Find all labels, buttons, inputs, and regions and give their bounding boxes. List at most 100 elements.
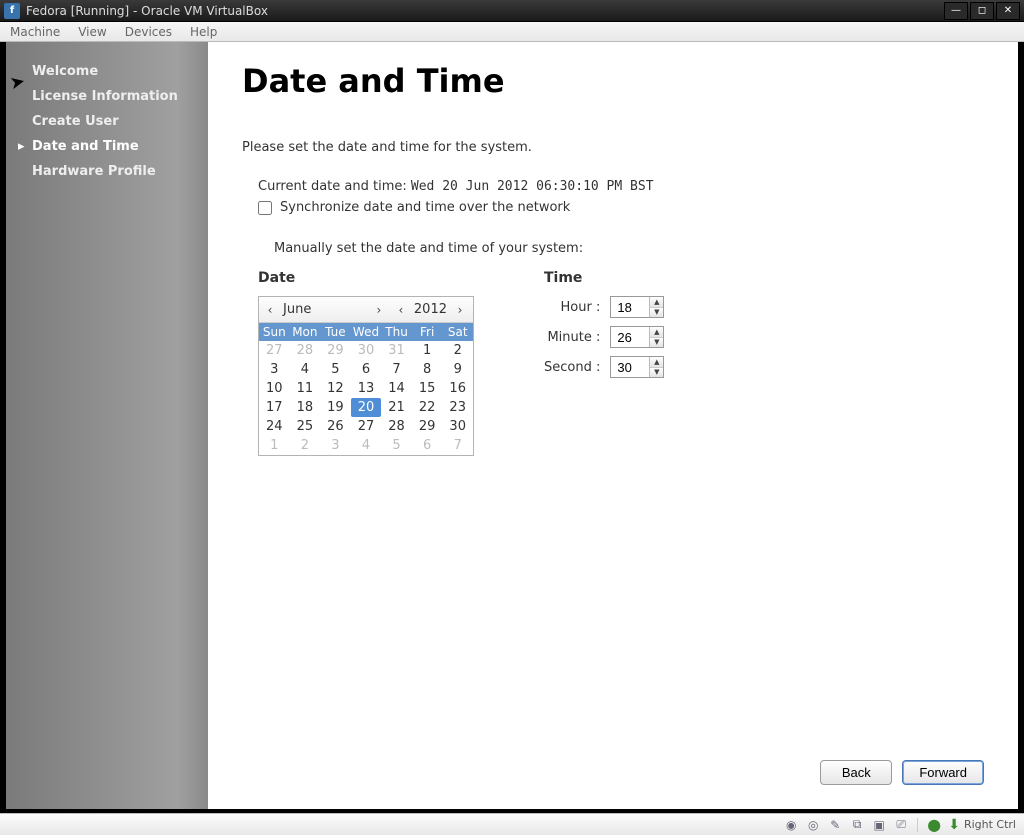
calendar-dow-cell: Sat <box>442 323 473 341</box>
calendar-day-cell[interactable]: 1 <box>259 436 290 455</box>
sidebar-item-hardware[interactable]: Hardware Profile <box>18 160 196 185</box>
calendar-day-cell[interactable]: 28 <box>290 341 321 360</box>
sidebar-item-create-user[interactable]: Create User <box>18 110 196 135</box>
calendar-dow-cell: Fri <box>412 323 443 341</box>
calendar-day-cell[interactable]: 26 <box>320 417 351 436</box>
calendar-day-cell[interactable]: 30 <box>351 341 382 360</box>
calendar-day-cell[interactable]: 5 <box>320 360 351 379</box>
main-content: Date and Time Please set the date and ti… <box>208 42 1018 809</box>
calendar-day-cell[interactable]: 10 <box>259 379 290 398</box>
calendar-dow-row: SunMonTueWedThuFriSat <box>259 323 473 341</box>
calendar-dow-cell: Tue <box>320 323 351 341</box>
calendar-day-cell[interactable]: 3 <box>259 360 290 379</box>
shared-folders-icon[interactable]: ▣ <box>871 817 887 833</box>
calendar-day-cell[interactable]: 12 <box>320 379 351 398</box>
prev-year-button[interactable]: ‹ <box>390 303 412 317</box>
sync-label: Synchronize date and time over the netwo… <box>280 200 570 215</box>
close-button[interactable]: ✕ <box>996 2 1020 20</box>
menu-devices[interactable]: Devices <box>125 25 172 39</box>
calendar-day-cell[interactable]: 8 <box>412 360 443 379</box>
maximize-button[interactable]: ◻ <box>970 2 994 20</box>
calendar-day-cell[interactable]: 28 <box>381 417 412 436</box>
sidebar-item-welcome[interactable]: Welcome <box>18 60 196 85</box>
calendar: ‹ June › ‹ 2012 › SunMonTueWedThuFriSat … <box>258 296 474 456</box>
calendar-day-cell[interactable]: 1 <box>412 341 443 360</box>
calendar-day-cell[interactable]: 21 <box>381 398 412 417</box>
mouse-integration-icon[interactable]: ⬤ <box>926 817 942 833</box>
minute-up-button[interactable]: ▲ <box>650 327 663 338</box>
calendar-day-cell[interactable]: 23 <box>442 398 473 417</box>
minimize-button[interactable]: — <box>944 2 968 20</box>
hour-input[interactable] <box>611 297 649 317</box>
next-year-button[interactable]: › <box>449 303 471 317</box>
calendar-day-cell[interactable]: 2 <box>442 341 473 360</box>
calendar-day-cell[interactable]: 30 <box>442 417 473 436</box>
calendar-day-cell[interactable]: 14 <box>381 379 412 398</box>
calendar-day-cell[interactable]: 5 <box>381 436 412 455</box>
optical-icon[interactable]: ◎ <box>805 817 821 833</box>
second-input[interactable] <box>611 357 649 377</box>
calendar-day-cell[interactable]: 13 <box>351 379 382 398</box>
menu-view[interactable]: View <box>78 25 106 39</box>
calendar-month: June <box>281 302 368 317</box>
calendar-day-cell[interactable]: 27 <box>351 417 382 436</box>
hour-up-button[interactable]: ▲ <box>650 297 663 308</box>
sync-checkbox[interactable] <box>258 201 272 215</box>
calendar-day-cell[interactable]: 31 <box>381 341 412 360</box>
next-month-button[interactable]: › <box>368 303 390 317</box>
calendar-day-cell[interactable]: 29 <box>412 417 443 436</box>
calendar-day-cell[interactable]: 15 <box>412 379 443 398</box>
back-button[interactable]: Back <box>820 760 892 785</box>
calendar-day-cell[interactable]: 7 <box>381 360 412 379</box>
calendar-day-cell[interactable]: 6 <box>351 360 382 379</box>
calendar-day-cell[interactable]: 20 <box>351 398 382 417</box>
date-heading: Date <box>258 270 474 286</box>
calendar-day-cell[interactable]: 24 <box>259 417 290 436</box>
usb-icon[interactable]: ✎ <box>827 817 843 833</box>
calendar-day-cell[interactable]: 11 <box>290 379 321 398</box>
calendar-day-cell[interactable]: 2 <box>290 436 321 455</box>
sidebar-item-date-time[interactable]: Date and Time <box>18 135 196 160</box>
calendar-day-cell[interactable]: 27 <box>259 341 290 360</box>
second-up-button[interactable]: ▲ <box>650 357 663 368</box>
current-datetime-label: Current date and time: <box>258 179 407 194</box>
calendar-day-cell[interactable]: 4 <box>290 360 321 379</box>
second-down-button[interactable]: ▼ <box>650 368 663 378</box>
current-datetime-value: Wed 20 Jun 2012 06:30:10 PM BST <box>411 179 654 194</box>
calendar-day-cell[interactable]: 25 <box>290 417 321 436</box>
minute-spinner[interactable]: ▲ ▼ <box>610 326 664 348</box>
menu-machine[interactable]: Machine <box>10 25 60 39</box>
calendar-day-cell[interactable]: 4 <box>351 436 382 455</box>
calendar-day-cell[interactable]: 18 <box>290 398 321 417</box>
calendar-day-cell[interactable]: 7 <box>442 436 473 455</box>
minute-input[interactable] <box>611 327 649 347</box>
prev-month-button[interactable]: ‹ <box>259 303 281 317</box>
current-datetime-row: Current date and time: Wed 20 Jun 2012 0… <box>258 179 984 194</box>
calendar-day-cell[interactable]: 9 <box>442 360 473 379</box>
minute-down-button[interactable]: ▼ <box>650 338 663 348</box>
calendar-day-cell[interactable]: 17 <box>259 398 290 417</box>
forward-button[interactable]: Forward <box>902 760 984 785</box>
calendar-day-cell[interactable]: 16 <box>442 379 473 398</box>
network-icon[interactable]: ⧉ <box>849 817 865 833</box>
second-spinner[interactable]: ▲ ▼ <box>610 356 664 378</box>
window-title: Fedora [Running] - Oracle VM VirtualBox <box>26 4 944 18</box>
hour-down-button[interactable]: ▼ <box>650 308 663 318</box>
menu-help[interactable]: Help <box>190 25 217 39</box>
hour-spinner[interactable]: ▲ ▼ <box>610 296 664 318</box>
page-title: Date and Time <box>242 62 984 100</box>
sync-row[interactable]: Synchronize date and time over the netwo… <box>258 200 984 215</box>
menubar: Machine View Devices Help <box>0 22 1024 42</box>
disk-icon[interactable]: ◉ <box>783 817 799 833</box>
calendar-day-cell[interactable]: 3 <box>320 436 351 455</box>
time-heading: Time <box>544 270 664 286</box>
calendar-day-cell[interactable]: 19 <box>320 398 351 417</box>
calendar-day-cell[interactable]: 29 <box>320 341 351 360</box>
calendar-day-cell[interactable]: 6 <box>412 436 443 455</box>
display-icon[interactable]: ⎚ <box>893 817 909 833</box>
sidebar-item-license[interactable]: License Information <box>18 85 196 110</box>
host-key-label: Right Ctrl <box>964 818 1016 831</box>
manual-label: Manually set the date and time of your s… <box>274 241 984 256</box>
host-key-indicator[interactable]: ⬇ Right Ctrl <box>948 817 1016 833</box>
calendar-day-cell[interactable]: 22 <box>412 398 443 417</box>
